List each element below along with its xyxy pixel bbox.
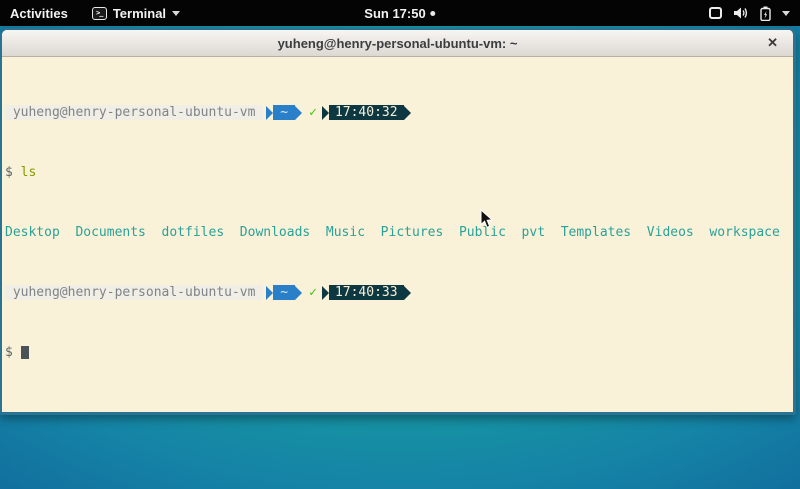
prompt-line: yuheng@henry-personal-ubuntu-vm ~ ✓ 17:4… xyxy=(5,285,793,300)
window-title: yuheng@henry-personal-ubuntu-vm: ~ xyxy=(278,36,518,51)
prompt-char: $ xyxy=(5,345,13,360)
terminal-content[interactable]: yuheng@henry-personal-ubuntu-vm ~ ✓ 17:4… xyxy=(2,57,793,411)
powerline-arrow-icon xyxy=(322,106,329,120)
prompt-time: 17:40:32 xyxy=(329,105,404,120)
space xyxy=(13,345,21,360)
activities-button[interactable]: Activities xyxy=(0,0,80,26)
terminal-app-icon: >_ xyxy=(92,7,107,20)
prompt-cwd: ~ xyxy=(273,105,295,120)
clock-label: Sun 17:50 xyxy=(364,6,425,21)
mouse-pointer-icon xyxy=(480,209,494,229)
chevron-down-icon xyxy=(782,11,790,16)
prompt-user-host: yuheng@henry-personal-ubuntu-vm xyxy=(5,285,263,300)
powerline-arrow-icon xyxy=(404,286,411,300)
prompt-cwd: ~ xyxy=(273,285,295,300)
prompt-line: yuheng@henry-personal-ubuntu-vm ~ ✓ 17:4… xyxy=(5,105,793,120)
chevron-down-icon xyxy=(172,11,180,16)
powerline-arrow-icon xyxy=(266,286,273,300)
command-line: $ ls xyxy=(5,165,793,180)
powerline-arrow-icon xyxy=(266,106,273,120)
system-status-menu[interactable] xyxy=(701,0,800,26)
app-menu-terminal[interactable]: >_ Terminal xyxy=(84,0,188,26)
terminal-window: yuheng@henry-personal-ubuntu-vm: ~ ✕ yuh… xyxy=(0,28,796,415)
powerline-arrow-icon xyxy=(295,286,302,300)
display-icon xyxy=(709,7,722,19)
battery-charging-icon xyxy=(760,6,771,21)
status-check-icon: ✓ xyxy=(309,105,317,120)
volume-icon xyxy=(733,6,749,20)
prompt-char: $ xyxy=(5,165,13,180)
status-check-icon: ✓ xyxy=(309,285,317,300)
window-titlebar[interactable]: yuheng@henry-personal-ubuntu-vm: ~ ✕ xyxy=(2,30,793,57)
space xyxy=(13,165,21,180)
powerline-arrow-icon xyxy=(322,286,329,300)
terminal-cursor xyxy=(21,346,29,359)
notification-dot-icon xyxy=(431,11,436,16)
powerline-arrow-icon xyxy=(404,106,411,120)
ls-output-line: Desktop Documents dotfiles Downloads Mus… xyxy=(5,225,793,240)
top-bar: Activities >_ Terminal Sun 17:50 xyxy=(0,0,800,26)
command-text: ls xyxy=(21,165,37,180)
close-icon[interactable]: ✕ xyxy=(767,34,778,52)
clock-button[interactable]: Sun 17:50 xyxy=(364,0,435,26)
app-menu-label: Terminal xyxy=(113,6,166,21)
prompt-time: 17:40:33 xyxy=(329,285,404,300)
command-line-current[interactable]: $ xyxy=(5,345,793,360)
powerline-arrow-icon xyxy=(295,106,302,120)
prompt-user-host: yuheng@henry-personal-ubuntu-vm xyxy=(5,105,263,120)
